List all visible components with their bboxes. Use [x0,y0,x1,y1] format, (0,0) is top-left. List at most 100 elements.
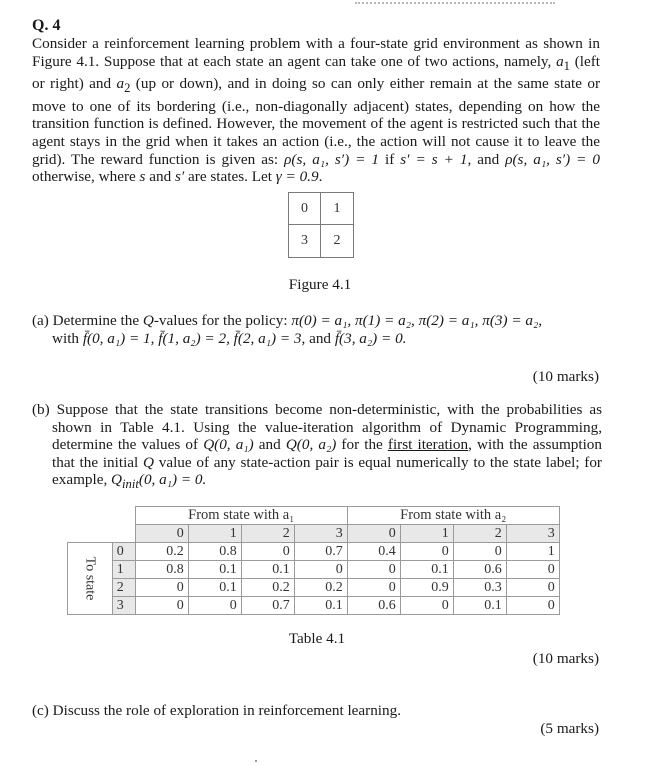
part-a-text: Determine the [52,312,143,329]
table-cell: 0.4 [346,542,401,561]
table-cell: 0.1 [293,596,348,615]
table-row: 2 0 0.1 0.2 0.2 0 0.9 0.3 0 [68,578,560,597]
from-state-header: 1 [399,524,454,543]
table-cell: 0.9 [399,578,454,597]
table-cell: 0.2 [293,578,348,597]
to-state-label: To state [67,542,113,615]
table-row: To state 0 0.2 0.8 0 0.7 0.4 0 0 1 [67,542,560,615]
gamma-value: γ = 0.9 [275,168,319,186]
first-iteration-underlined: first iteration [387,436,469,454]
from-state-header: 3 [293,524,348,543]
table-cell: 0 [346,560,401,579]
table-cell: 0 [505,578,560,597]
q-symbol: Q [143,453,154,471]
q-0-a1: Q(0, a₁) [203,436,254,454]
intro-text: if [378,150,401,168]
intro-text: and [145,168,175,186]
policy-formula: π(0) = a₁, π(1) = a₂, π(2) = a₁, π(3) = … [291,312,543,329]
table-cell: 0 [187,596,242,615]
intro-text: otherwise, where [32,168,140,186]
to-state-header: 0 [111,542,136,561]
group-header-a1: From state with a₁ [134,506,348,525]
reward-formula-0: ρ(s, a₁, s′) = 0 [505,150,601,168]
table-cell: 0 [505,560,560,579]
table-cell: 0.8 [134,560,189,579]
part-b-text: for the [336,436,388,454]
question-number: Q. 4 [32,17,61,34]
table-cell: 0.1 [187,578,242,597]
part-a: (a) Determine the Q-values for the polic… [32,312,622,347]
table-cell: 0 [240,542,295,561]
part-b-marks: (10 marks) [532,650,599,667]
from-state-header: 3 [505,524,560,543]
part-c-label: (c) [32,702,49,719]
table-row: 3 0 0 0.7 0.1 0.6 0 0.1 0 [68,596,560,615]
to-state-header: 1 [111,560,136,579]
table-cell: 0.1 [187,560,242,579]
grid-cell-state-1: 1 [321,193,353,225]
part-c-text: Discuss the role of exploration in reinf… [52,702,402,719]
part-c-marks: (5 marks) [540,720,599,737]
table-cell: 0.6 [346,596,401,615]
table-cell: 0.1 [399,560,454,579]
figure-caption: Figure 4.1 [288,276,352,293]
var-s-prime: s′ [175,168,185,186]
part-a-label: (a) [32,312,49,329]
action-a1: a [556,52,564,70]
from-state-header: 2 [452,524,507,543]
table-cell: 0 [505,596,560,615]
table-cell: 0.1 [240,560,295,579]
f-value-last: f̄(3, a₂) = 0. [334,329,407,347]
intro-text: are states. Let [184,168,276,186]
part-a-text: with [52,329,83,347]
table-caption: Table 4.1 [288,630,346,647]
from-state-header: 1 [187,524,242,543]
question-intro: Consider a reinforcement learning proble… [32,35,600,186]
table-cell: 0.6 [452,560,507,579]
table-cell: 0 [134,596,189,615]
reward-condition: s′ = s + 1 [400,150,468,168]
to-state-text: To state [82,556,98,601]
table-corner [68,507,136,525]
grid-cell-state-0: 0 [289,193,321,225]
grid-cell-state-3: 3 [289,225,321,257]
table-cell: 0.7 [293,542,348,561]
part-a-text: -values for the policy: [153,312,292,329]
grid-figure: 0 1 3 2 [288,192,354,258]
intro-text: , and [467,150,506,168]
scan-speck [255,760,257,762]
grid-cell-state-2: 2 [333,233,341,248]
q-symbol: Q [142,312,154,329]
table-cell: 0.2 [240,578,295,597]
part-b: (b) Suppose that the state transitions b… [32,401,602,494]
intro-text: Consider a reinforcement learning proble… [32,35,600,70]
transition-table: From state with a₁ From state with a₂ 0 … [67,506,560,615]
q-init-sub: init [122,477,139,492]
part-a-text: and [305,329,335,347]
page-header-cut-off [355,0,555,4]
action-a2: a [116,75,125,93]
table-cell: 0 [399,542,454,561]
to-state-header: 2 [111,578,136,597]
reward-formula-1: ρ(s, a₁, s′) = 1 [284,150,379,168]
table-cell: 0 [452,542,507,561]
table-cell: 0 [399,596,454,615]
f-values: f̄(0, a₁) = 1, f̄(1, a₂) = 2, f̄(2, a₁) … [82,329,306,347]
q-init-example: (0, a₁) = 0. [138,471,207,489]
q-0-a2: Q(0, a₂) [285,436,337,454]
table-row: 1 0.8 0.1 0.1 0 0 0.1 0.6 0 [68,560,560,579]
table-cell: 0.1 [452,596,507,615]
table-cell: 0.8 [187,542,242,561]
q-init-symbol: Q [111,471,123,489]
table-cell: 0.3 [452,578,507,597]
table-cell: 0 [293,560,348,579]
table-cell: 0 [134,578,189,597]
table-cell: 1 [505,542,560,561]
table-cell: 0.2 [134,542,189,561]
from-state-header: 0 [134,524,189,543]
intro-text: . [318,168,323,186]
to-state-header: 3 [111,596,136,615]
from-state-header: 0 [346,524,401,543]
from-state-header: 2 [240,524,295,543]
part-b-text: and [253,436,286,454]
